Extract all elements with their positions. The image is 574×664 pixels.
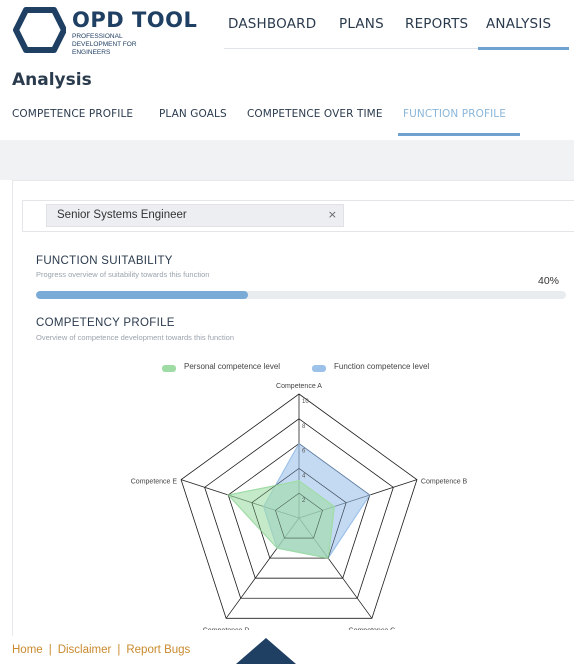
competency-radar-chart: 246810Competence ACompetence BCompetence… [131, 383, 468, 630]
radar-axis-label: Competence E [131, 479, 178, 486]
nav-analysis[interactable]: ANALYSIS [486, 16, 551, 32]
suitability-progress-bar [36, 291, 566, 299]
tab-function-profile[interactable]: FUNCTION PROFILE [403, 108, 506, 120]
radar-tick-label: 8 [302, 424, 306, 430]
nav-active-indicator [478, 47, 569, 50]
tab-plan-goals[interactable]: PLAN GOALS [159, 108, 227, 120]
radar-tick-label: 10 [302, 399, 309, 405]
footer-separator: | [48, 644, 52, 656]
competency-subtitle: Overview of competence development towar… [36, 333, 235, 342]
footer-separator: | [117, 644, 121, 656]
footer-link-home[interactable]: Home [12, 644, 43, 656]
legend-label-personal: Personal competence level [184, 362, 281, 371]
competency-title: COMPETENCY PROFILE [36, 317, 175, 329]
suitability-percent: 40% [538, 275, 560, 287]
footer-link-report-bugs[interactable]: Report Bugs [126, 644, 190, 656]
tab-competence-over-time[interactable]: COMPETENCE OVER TIME [247, 108, 383, 120]
suitability-title: FUNCTION SUITABILITY [36, 255, 173, 267]
legend-swatch-function[interactable] [312, 365, 326, 372]
selected-function-label: Senior Systems Engineer [57, 209, 187, 221]
content-background [0, 140, 574, 180]
nav-reports[interactable]: REPORTS [405, 16, 468, 32]
suitability-subtitle: Progress overview of suitability towards… [36, 270, 210, 279]
selected-function-tag: Senior Systems Engineer × [46, 204, 344, 227]
subtab-active-indicator [398, 133, 520, 136]
page-title: Analysis [12, 70, 92, 90]
legend-label-function: Function competence level [334, 362, 430, 371]
footer-links: Home | Disclaimer | Report Bugs [12, 644, 190, 656]
chart-legend: Personal competence level Function compe… [162, 362, 452, 376]
radar-axis-label: Competence B [421, 479, 468, 486]
tab-competence-profile[interactable]: COMPETENCE PROFILE [12, 108, 133, 120]
footer-link-disclaimer[interactable]: Disclaimer [58, 644, 112, 656]
radar-axis-label: Competence C [349, 627, 396, 630]
suitability-progress-fill [36, 291, 248, 299]
legend-swatch-personal[interactable] [162, 365, 176, 372]
remove-tag-icon[interactable]: × [328, 208, 337, 221]
scroll-top-triangle-icon[interactable] [236, 638, 296, 664]
nav-dashboard[interactable]: DASHBOARD [228, 16, 316, 32]
radar-axis-label: Competence A [276, 383, 322, 390]
nav-plans[interactable]: PLANS [339, 16, 384, 32]
main-nav: DASHBOARD PLANS REPORTS ANALYSIS [0, 16, 574, 46]
radar-axis-label: Competence D [203, 627, 250, 630]
